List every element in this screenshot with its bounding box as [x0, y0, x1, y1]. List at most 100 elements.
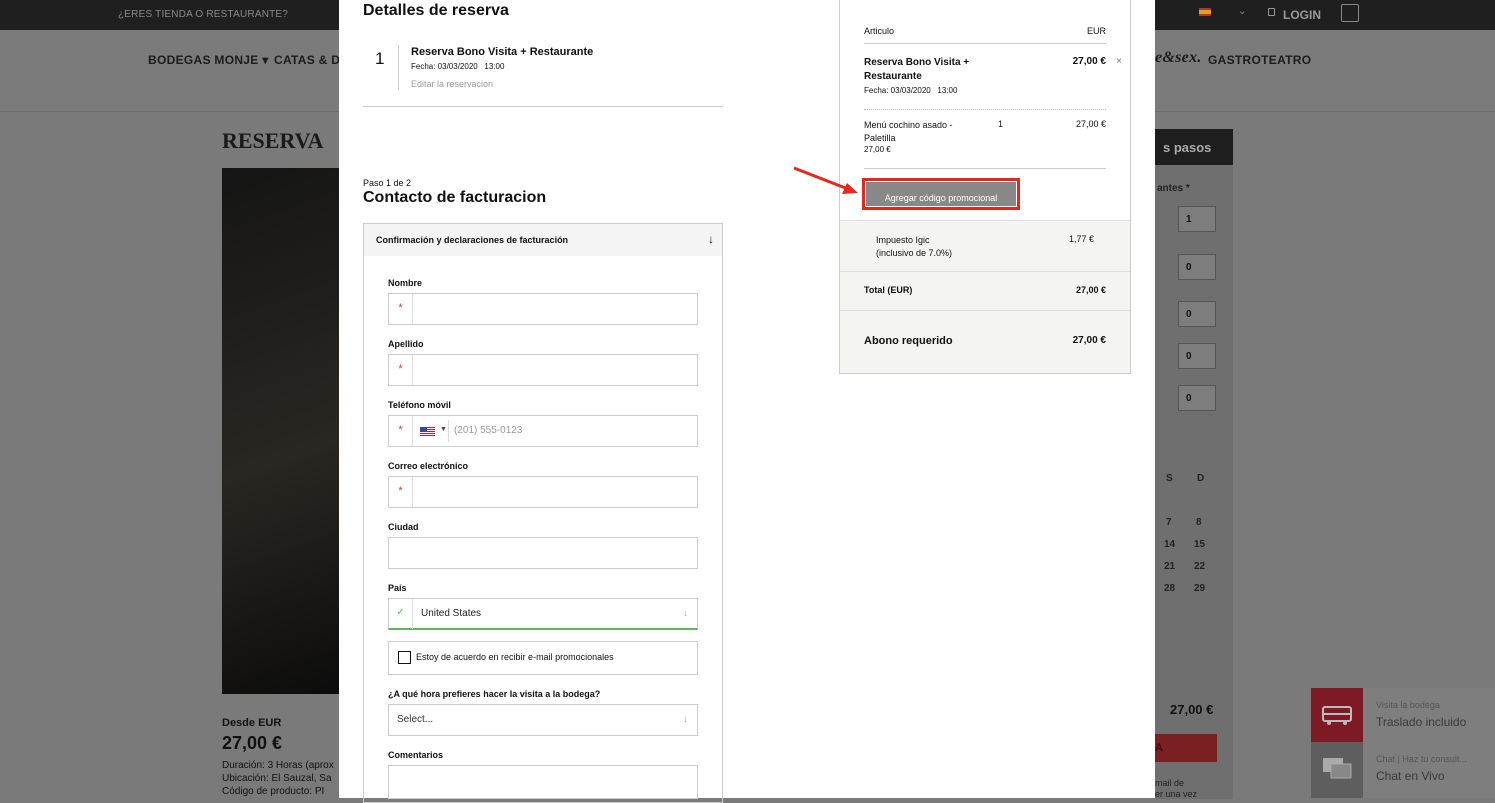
cal-day[interactable]: 21 [1164, 561, 1175, 572]
cal-day[interactable]: 15 [1194, 539, 1205, 550]
summary-subitem-name: Menú cochino asado - Paletilla [864, 120, 953, 143]
tax-label-line: (inclusivo de 7.0%) [876, 248, 953, 258]
spain-flag-icon[interactable] [1199, 8, 1211, 16]
email-field[interactable]: * [388, 476, 698, 508]
edit-reservation-link[interactable]: Editar la reservacion [411, 79, 493, 89]
bus-icon [1311, 688, 1363, 742]
promo-email-checkbox[interactable] [398, 651, 411, 664]
hora-label: ¿A qué hora prefieres hacer la visita a … [388, 689, 601, 699]
nav-item-catas[interactable]: CATAS & DE [274, 53, 349, 67]
widget-title: Visita la bodega [1376, 700, 1440, 710]
comentarios-label: Comentarios [388, 750, 444, 760]
booking-price: 27,00 € [1170, 702, 1214, 717]
phone-placeholder: (201) 555-0123 [454, 425, 523, 436]
visit-time-value: Select... [397, 714, 434, 725]
nombre-field[interactable]: * [388, 293, 698, 325]
widget-text: Traslado incluido [1376, 715, 1467, 729]
arrow-down-icon: ↓ [683, 608, 688, 619]
chevron-down-icon[interactable]: ⌄ [1238, 6, 1246, 17]
add-promo-code-button[interactable]: Agregar código promocional [866, 182, 1016, 206]
booking-note: mail de [1155, 778, 1185, 788]
cal-day[interactable]: 14 [1164, 539, 1175, 550]
required-icon: * [389, 416, 413, 446]
summary-item-price: 27,00 € [1072, 56, 1106, 67]
phone-field[interactable]: * ▼ (201) 555-0123 [388, 415, 698, 447]
order-summary: Articulo EUR Reserva Bono Visita + Resta… [839, 0, 1131, 374]
summary-subitem-qty: 1 [998, 119, 1004, 129]
total-value: 27,00 € [1075, 285, 1106, 295]
codigo-text: Código de producto: PI [222, 786, 325, 797]
book-button[interactable]: A [1155, 734, 1217, 762]
cal-day[interactable]: 7 [1166, 517, 1172, 528]
participants-label: antes * [1157, 183, 1190, 194]
cal-day: S [1166, 473, 1173, 484]
nav-item-bodegas[interactable]: BODEGAS MONJE ▾ [148, 53, 269, 67]
summary-item-name: Reserva Bono Visita + Restaurante [864, 57, 970, 82]
check-icon: ✓ [389, 599, 413, 629]
country-value: United States [421, 608, 482, 619]
widget-title: Chat | Haz tu consult... [1376, 754, 1467, 764]
tax-label-line: Impuesto Igic [876, 235, 930, 245]
billing-section-title: Confirmación y declaraciones de facturac… [376, 235, 569, 245]
country-select[interactable]: ✓ United States ↓ [388, 598, 698, 630]
chat-widget[interactable]: Chat | Haz tu consult... Chat en Vivo [1311, 742, 1495, 798]
booking-details-title: Detalles de reserva [363, 2, 509, 19]
apellido-field[interactable]: * [388, 354, 698, 386]
cal-day: D [1197, 473, 1205, 484]
summary-subitem-unit-price: 27,00 € [864, 145, 891, 154]
product-price: 27,00 € [222, 733, 283, 753]
book-button-label: A [1155, 742, 1163, 754]
billing-section-header[interactable]: Confirmación y declaraciones de facturac… [364, 224, 722, 256]
chat-icon [1311, 742, 1363, 798]
nombre-label: Nombre [388, 278, 423, 288]
divider [864, 109, 1106, 110]
cal-day[interactable]: 29 [1194, 583, 1205, 594]
tax-label: Impuesto Igic (inclusivo de 7.0%) [876, 234, 952, 260]
nav-item-wine-sex[interactable]: e&sex. [1155, 49, 1202, 67]
summary-header-currency: EUR [1086, 26, 1106, 36]
reservation-number: 1 [375, 49, 385, 68]
required-icon: * [389, 477, 413, 507]
summary-header-article: Articulo [864, 26, 895, 36]
step-indicator: Paso 1 de 2 [363, 178, 412, 188]
divider [864, 168, 1106, 169]
cal-day[interactable]: 28 [1164, 583, 1175, 594]
lock-icon [1268, 8, 1275, 16]
shopping-bag-icon[interactable] [1341, 4, 1359, 22]
caret-down-icon[interactable]: ▼ [440, 426, 447, 433]
correo-label: Correo electrónico [388, 461, 469, 471]
desde-label: Desde EUR [222, 717, 282, 729]
qty-select[interactable]: 0 [1178, 385, 1216, 411]
booking-panel-head: s pasos [1155, 129, 1233, 165]
cal-day[interactable]: 22 [1194, 561, 1205, 572]
comments-field[interactable] [388, 765, 698, 799]
qty-select[interactable]: 1 [1178, 206, 1216, 232]
page-title: RESERVA [222, 128, 324, 153]
cal-day[interactable]: 8 [1196, 517, 1202, 528]
qty-select[interactable]: 0 [1178, 254, 1216, 280]
widget-text: Chat en Vivo [1376, 769, 1445, 783]
us-flag-icon[interactable] [420, 427, 435, 436]
city-field[interactable] [388, 537, 698, 569]
pais-label: País [388, 583, 407, 593]
qty-select[interactable]: 0 [1178, 343, 1216, 369]
deposit-value: 27,00 € [1072, 335, 1106, 346]
total-label: Total (EUR) [864, 285, 913, 295]
divider [398, 45, 399, 90]
apellido-label: Apellido [388, 339, 424, 349]
transfer-widget[interactable]: Visita la bodega Traslado incluido [1311, 688, 1495, 742]
qty-select[interactable]: 0 [1178, 301, 1216, 327]
nav-item-gastroteatro[interactable]: GASTROTEATRO [1208, 53, 1311, 67]
summary-item-date: Fecha: 03/03/2020 13:00 [864, 86, 958, 95]
remove-item-icon[interactable]: × [1116, 56, 1122, 67]
summary-subitem-price: 27,00 € [1075, 119, 1106, 129]
arrow-down-icon[interactable]: ↓ [708, 232, 714, 246]
ubicacion-text: Ubicación: El Sauzal, Sa [222, 773, 332, 784]
arrow-down-icon: ↓ [683, 714, 688, 725]
required-icon: * [389, 294, 413, 324]
visit-time-select[interactable]: Select... ↓ [388, 704, 698, 736]
login-link[interactable]: LOGIN [1283, 8, 1321, 22]
telefono-label: Teléfono móvil [388, 400, 451, 410]
store-link[interactable]: ¿ERES TIENDA O RESTAURANTE? [118, 9, 288, 20]
product-image [222, 168, 339, 694]
